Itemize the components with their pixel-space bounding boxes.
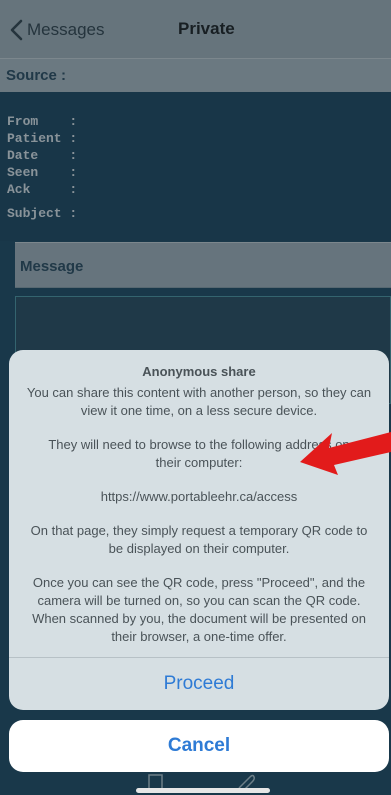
sheet-text-line: On that page, they simply request a temp… bbox=[30, 523, 368, 538]
sheet-message: Anonymous share You can share this conte… bbox=[9, 350, 389, 655]
sheet-text-line: You can share this content with another … bbox=[26, 385, 372, 400]
cancel-button[interactable]: Cancel bbox=[9, 720, 389, 772]
sheet-text-line: Once you can see the QR code, press "Pro… bbox=[32, 575, 366, 590]
sheet-text-line: When scanned by you, the document will b… bbox=[32, 611, 366, 626]
sheet-title: Anonymous share bbox=[142, 364, 256, 379]
share-url: https://www.portableehr.ca/access bbox=[100, 489, 298, 504]
anonymous-share-sheet: Anonymous share You can share this conte… bbox=[9, 350, 389, 710]
sheet-text-line: camera will be turned on, so you can sca… bbox=[37, 593, 361, 608]
red-arrow-annotation bbox=[300, 432, 391, 475]
sheet-text-line: be displayed on their computer. bbox=[108, 541, 290, 556]
proceed-button[interactable]: Proceed bbox=[9, 658, 389, 710]
sheet-text-line: their browser, a one-time offer. bbox=[111, 629, 287, 644]
home-indicator bbox=[136, 788, 270, 793]
sheet-text-line: view it one time, on a less secure devic… bbox=[80, 403, 318, 418]
